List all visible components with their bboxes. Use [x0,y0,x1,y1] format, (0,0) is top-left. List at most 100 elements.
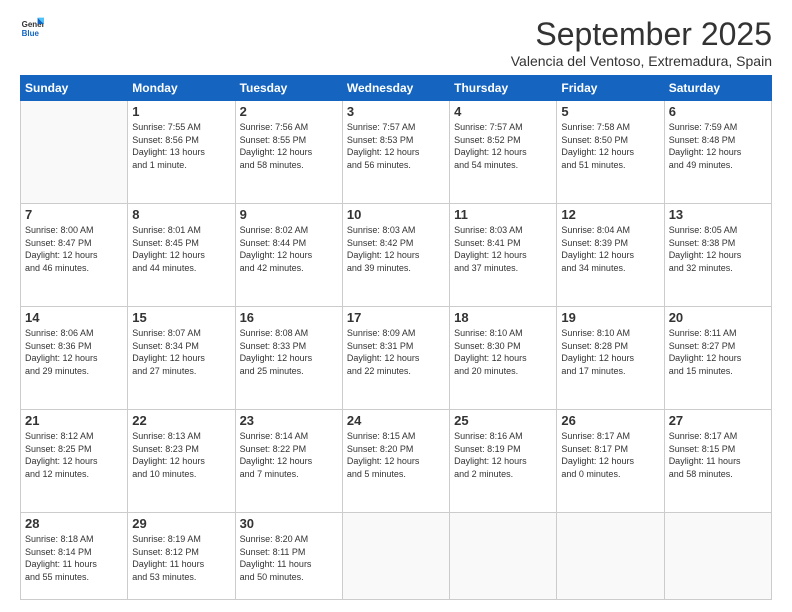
day-number: 4 [454,104,552,119]
logo: General Blue [20,16,44,40]
day-info: Sunrise: 7:56 AM Sunset: 8:55 PM Dayligh… [240,121,338,171]
day-info: Sunrise: 8:05 AM Sunset: 8:38 PM Dayligh… [669,224,767,274]
day-number: 17 [347,310,445,325]
day-number: 13 [669,207,767,222]
calendar-cell [342,512,449,599]
calendar-cell [450,512,557,599]
day-number: 12 [561,207,659,222]
day-number: 22 [132,413,230,428]
day-info: Sunrise: 8:06 AM Sunset: 8:36 PM Dayligh… [25,327,123,377]
calendar-cell: 24Sunrise: 8:15 AM Sunset: 8:20 PM Dayli… [342,409,449,512]
calendar-cell: 26 Sunrise: 8:17 AM Sunset: 8:17 PM Dayli… [557,409,664,512]
calendar-cell: 17 Sunrise: 8:09 AM Sunset: 8:31 PM Dayli… [342,306,449,409]
col-header-friday: Friday [557,76,664,101]
header: General Blue September 2025 Valencia del… [20,16,772,69]
day-number: 28 [25,516,123,531]
day-info: Sunrise: 8:11 AM Sunset: 8:27 PM Dayligh… [669,327,767,377]
day-info: Sunrise: 8:04 AM Sunset: 8:39 PM Dayligh… [561,224,659,274]
day-info: Sunrise: 8:10 AM Sunset: 8:28 PM Dayligh… [561,327,659,377]
calendar-cell: 16 Sunrise: 8:08 AM Sunset: 8:33 PM Dayli… [235,306,342,409]
calendar-cell: 4 Sunrise: 7:57 AM Sunset: 8:52 PM Daylig… [450,101,557,204]
day-info: Sunrise: 7:57 AM Sunset: 8:52 PM Dayligh… [454,121,552,171]
calendar-cell: 9Sunrise: 8:02 AM Sunset: 8:44 PM Daylig… [235,203,342,306]
day-number: 21 [25,413,123,428]
calendar-cell: 22 Sunrise: 8:13 AM Sunset: 8:23 PM Dayli… [128,409,235,512]
calendar-cell: 10Sunrise: 8:03 AM Sunset: 8:42 PM Dayli… [342,203,449,306]
calendar-cell: 30 Sunrise: 8:20 AM Sunset: 8:11 PM Dayli… [235,512,342,599]
day-info: Sunrise: 8:17 AM Sunset: 8:17 PM Dayligh… [561,430,659,480]
calendar-cell: 21 Sunrise: 8:12 AM Sunset: 8:25 PM Dayli… [21,409,128,512]
day-info: Sunrise: 8:19 AM Sunset: 8:12 PM Dayligh… [132,533,230,583]
day-info: Sunrise: 8:15 AM Sunset: 8:20 PM Dayligh… [347,430,445,480]
col-header-monday: Monday [128,76,235,101]
day-info: Sunrise: 8:10 AM Sunset: 8:30 PM Dayligh… [454,327,552,377]
week-row-5: 28 Sunrise: 8:18 AM Sunset: 8:14 PM Dayli… [21,512,772,599]
title-area: September 2025 Valencia del Ventoso, Ext… [511,16,772,69]
day-info: Sunrise: 7:59 AM Sunset: 8:48 PM Dayligh… [669,121,767,171]
day-info: Sunrise: 8:09 AM Sunset: 8:31 PM Dayligh… [347,327,445,377]
calendar-cell: 15 Sunrise: 8:07 AM Sunset: 8:34 PM Dayli… [128,306,235,409]
week-row-2: 7Sunrise: 8:00 AM Sunset: 8:47 PM Daylig… [21,203,772,306]
calendar-cell: 14 Sunrise: 8:06 AM Sunset: 8:36 PM Dayli… [21,306,128,409]
day-number: 3 [347,104,445,119]
day-info: Sunrise: 8:07 AM Sunset: 8:34 PM Dayligh… [132,327,230,377]
calendar-cell: 23Sunrise: 8:14 AM Sunset: 8:22 PM Dayli… [235,409,342,512]
calendar-cell: 25 Sunrise: 8:16 AM Sunset: 8:19 PM Dayli… [450,409,557,512]
svg-text:Blue: Blue [22,29,40,38]
day-info: Sunrise: 8:18 AM Sunset: 8:14 PM Dayligh… [25,533,123,583]
calendar-cell: 5 Sunrise: 7:58 AM Sunset: 8:50 PM Daylig… [557,101,664,204]
calendar-header-row: SundayMondayTuesdayWednesdayThursdayFrid… [21,76,772,101]
week-row-1: 1Sunrise: 7:55 AM Sunset: 8:56 PM Daylig… [21,101,772,204]
day-number: 16 [240,310,338,325]
day-number: 14 [25,310,123,325]
page: General Blue September 2025 Valencia del… [0,0,792,612]
calendar-cell: 8Sunrise: 8:01 AM Sunset: 8:45 PM Daylig… [128,203,235,306]
calendar-cell: 1Sunrise: 7:55 AM Sunset: 8:56 PM Daylig… [128,101,235,204]
calendar-cell: 19 Sunrise: 8:10 AM Sunset: 8:28 PM Dayli… [557,306,664,409]
calendar-cell: 11Sunrise: 8:03 AM Sunset: 8:41 PM Dayli… [450,203,557,306]
day-info: Sunrise: 8:13 AM Sunset: 8:23 PM Dayligh… [132,430,230,480]
calendar-cell: 20 Sunrise: 8:11 AM Sunset: 8:27 PM Dayli… [664,306,771,409]
day-info: Sunrise: 8:08 AM Sunset: 8:33 PM Dayligh… [240,327,338,377]
calendar-cell: 3 Sunrise: 7:57 AM Sunset: 8:53 PM Daylig… [342,101,449,204]
calendar-cell: 13 Sunrise: 8:05 AM Sunset: 8:38 PM Dayli… [664,203,771,306]
day-number: 7 [25,207,123,222]
week-row-3: 14 Sunrise: 8:06 AM Sunset: 8:36 PM Dayli… [21,306,772,409]
calendar-table: SundayMondayTuesdayWednesdayThursdayFrid… [20,75,772,600]
month-title: September 2025 [511,16,772,53]
calendar-cell [557,512,664,599]
calendar-cell [21,101,128,204]
col-header-thursday: Thursday [450,76,557,101]
day-info: Sunrise: 8:03 AM Sunset: 8:42 PM Dayligh… [347,224,445,274]
calendar-cell: 29 Sunrise: 8:19 AM Sunset: 8:12 PM Dayli… [128,512,235,599]
day-number: 25 [454,413,552,428]
day-number: 6 [669,104,767,119]
week-row-4: 21 Sunrise: 8:12 AM Sunset: 8:25 PM Dayli… [21,409,772,512]
day-number: 20 [669,310,767,325]
calendar-cell: 28 Sunrise: 8:18 AM Sunset: 8:14 PM Dayli… [21,512,128,599]
day-number: 5 [561,104,659,119]
day-number: 29 [132,516,230,531]
location-title: Valencia del Ventoso, Extremadura, Spain [511,53,772,69]
day-info: Sunrise: 8:16 AM Sunset: 8:19 PM Dayligh… [454,430,552,480]
day-number: 8 [132,207,230,222]
day-info: Sunrise: 8:03 AM Sunset: 8:41 PM Dayligh… [454,224,552,274]
col-header-sunday: Sunday [21,76,128,101]
day-info: Sunrise: 7:57 AM Sunset: 8:53 PM Dayligh… [347,121,445,171]
day-info: Sunrise: 8:17 AM Sunset: 8:15 PM Dayligh… [669,430,767,480]
day-number: 15 [132,310,230,325]
col-header-wednesday: Wednesday [342,76,449,101]
day-number: 26 [561,413,659,428]
day-number: 30 [240,516,338,531]
day-info: Sunrise: 8:20 AM Sunset: 8:11 PM Dayligh… [240,533,338,583]
day-number: 27 [669,413,767,428]
day-number: 2 [240,104,338,119]
day-number: 19 [561,310,659,325]
day-info: Sunrise: 8:12 AM Sunset: 8:25 PM Dayligh… [25,430,123,480]
calendar-cell: 12 Sunrise: 8:04 AM Sunset: 8:39 PM Dayli… [557,203,664,306]
day-info: Sunrise: 7:55 AM Sunset: 8:56 PM Dayligh… [132,121,230,171]
day-number: 18 [454,310,552,325]
day-info: Sunrise: 7:58 AM Sunset: 8:50 PM Dayligh… [561,121,659,171]
col-header-saturday: Saturday [664,76,771,101]
calendar-cell: 2 Sunrise: 7:56 AM Sunset: 8:55 PM Daylig… [235,101,342,204]
